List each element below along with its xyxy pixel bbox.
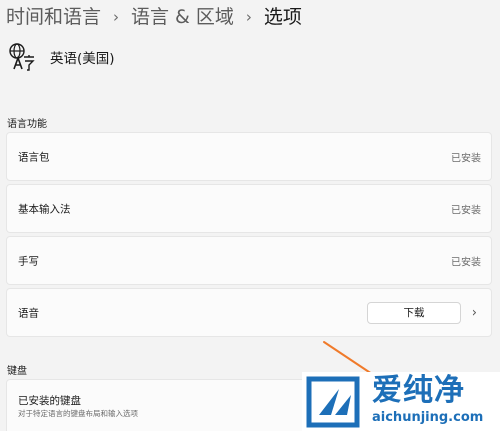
- row-label: 语音: [18, 307, 39, 319]
- breadcrumb: 时间和语言 › 语言 & 区域 › 选项: [6, 3, 302, 31]
- status-badge: 已安装: [451, 153, 481, 164]
- row-label: 已安装的键盘: [18, 395, 81, 407]
- breadcrumb-separator: ›: [245, 8, 252, 26]
- watermark-url: aichunjing.com: [372, 410, 484, 425]
- row-speech[interactable]: 语音 下载 ›: [6, 288, 492, 337]
- row-label: 语言包: [18, 151, 50, 163]
- watermark-text: 爱纯净: [372, 373, 465, 408]
- section-language-features: 语言功能: [7, 119, 47, 130]
- status-badge: 已安装: [451, 205, 481, 216]
- row-language-pack[interactable]: 语言包 已安装: [6, 132, 492, 181]
- row-label: 手写: [18, 255, 39, 267]
- row-description: 对于特定语言的键盘布局和输入选项: [18, 409, 138, 418]
- breadcrumb-language-region[interactable]: 语言 & 区域: [131, 3, 234, 31]
- breadcrumb-separator: ›: [113, 8, 120, 26]
- row-handwriting[interactable]: 手写 已安装: [6, 236, 492, 285]
- language-name: 英语(美国): [50, 51, 115, 67]
- status-badge: 已安装: [451, 257, 481, 268]
- language-header: 英语(美国): [8, 42, 115, 72]
- page-title: 选项: [263, 6, 302, 28]
- download-button[interactable]: 下载: [367, 301, 461, 324]
- logo-icon: [306, 376, 360, 428]
- watermark: 爱纯净 aichunjing.com: [302, 372, 500, 431]
- breadcrumb-time-language[interactable]: 时间和语言: [6, 3, 101, 31]
- section-keyboard: 键盘: [7, 366, 27, 377]
- chevron-right-icon[interactable]: ›: [472, 305, 477, 320]
- row-label: 基本输入法: [18, 203, 71, 215]
- row-basic-typing[interactable]: 基本输入法 已安装: [6, 184, 492, 233]
- settings-page: 时间和语言 › 语言 & 区域 › 选项 英语(美国) 语言功能 语言包 已安装…: [0, 0, 500, 431]
- language-icon: [9, 43, 35, 71]
